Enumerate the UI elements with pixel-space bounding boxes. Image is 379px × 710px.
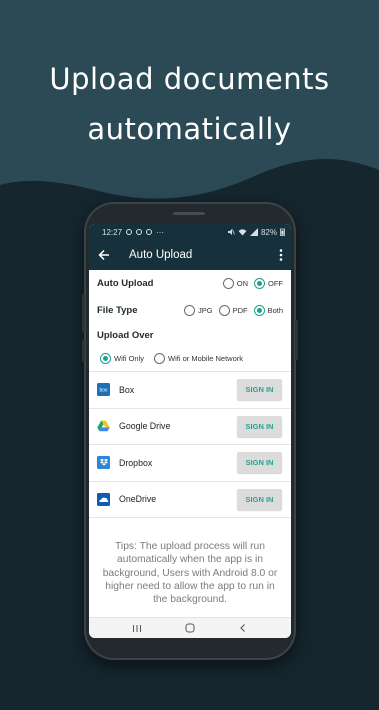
status-bar: 12:27 ··· 82% [89,224,291,240]
status-time: 12:27 [102,227,123,237]
option-label: Both [267,306,283,315]
wifi-icon [238,229,247,236]
service-name: OneDrive [119,494,157,505]
dropbox-icon [97,456,110,470]
phone-bixby-button [82,340,85,362]
service-name: Google Drive [119,421,171,432]
google-drive-icon [97,420,110,433]
phone-screen: 12:27 ··· 82% Auto Upload Auto Upload ON… [89,224,291,638]
file-type-radio-group: JPG PDF Both [183,305,283,316]
tips-text: Tips: The upload process will run automa… [102,541,278,606]
home-icon[interactable] [185,623,195,633]
dropbox-sign-in-button[interactable]: SIGN IN [237,452,282,474]
phone-speaker [173,212,205,215]
recent-apps-icon[interactable] [132,624,142,633]
svg-text:box: box [99,388,108,394]
option-label: PDF [232,306,248,315]
service-name: Box [119,384,135,395]
radio-unchecked[interactable] [183,305,195,316]
auto-upload-label: Auto Upload [97,278,154,289]
radio-unchecked[interactable] [154,353,165,364]
google-drive-sign-in-button[interactable]: SIGN IN [237,415,282,437]
auto-upload-off-option[interactable]: OFF [254,278,283,289]
wifi-only-option[interactable]: Wifi Only [100,353,144,364]
auto-upload-row: Auto Upload ON OFF [89,270,291,297]
phone-volume-button [82,294,85,332]
service-row-box: box Box SIGN IN [89,372,291,409]
upload-over-row: Upload Over [89,324,291,346]
service-name: Dropbox [119,457,153,468]
radio-unchecked[interactable] [218,305,230,316]
service-row-google-drive: Google Drive SIGN IN [89,409,291,445]
file-type-both-option[interactable]: Both [253,305,283,316]
box-icon: box [97,383,110,397]
more-vert-icon[interactable] [279,248,283,262]
system-nav-bar [89,617,291,638]
file-type-row: File Type JPG PDF Both [89,297,291,324]
location-icon [126,229,133,235]
mute-icon [227,229,235,235]
back-icon[interactable] [238,623,248,633]
promo-headline-line1: Upload documents [49,62,330,96]
app-bar: Auto Upload [89,240,291,270]
file-type-pdf-option[interactable]: PDF [218,305,248,316]
option-label: Wifi or Mobile Network [168,354,244,363]
page-title: Auto Upload [129,249,193,261]
upload-over-label: Upload Over [97,329,154,341]
radio-checked[interactable] [253,305,265,316]
service-row-onedrive: OneDrive SIGN IN [89,482,291,518]
onedrive-sign-in-button[interactable]: SIGN IN [237,488,282,510]
option-label: OFF [268,279,283,288]
option-label: JPG [197,306,213,315]
file-type-jpg-option[interactable]: JPG [183,305,213,316]
auto-upload-on-option[interactable]: ON [222,278,248,289]
phone-power-button [295,320,298,360]
box-sign-in-button[interactable]: SIGN IN [237,379,282,401]
radio-unchecked[interactable] [222,278,234,289]
battery-percent: 82% [260,227,277,237]
battery-icon [280,228,285,236]
arrow-left-icon[interactable] [89,240,119,270]
promo-headline-line2: automatically [87,112,292,146]
more-notifications: ··· [156,227,165,237]
option-label: ON [236,279,248,288]
option-label: Wifi Only [114,354,144,363]
radio-checked[interactable] [254,278,265,289]
radio-checked[interactable] [100,353,111,364]
upload-over-options: Wifi Only Wifi or Mobile Network [89,346,291,371]
file-type-label: File Type [97,305,138,316]
wifi-or-mobile-option[interactable]: Wifi or Mobile Network [154,353,243,364]
signal-icon [249,228,258,236]
auto-upload-radio-group: ON OFF [222,278,283,289]
notification-icon [136,229,143,235]
service-row-dropbox: Dropbox SIGN IN [89,445,291,482]
notification-icon [146,229,153,235]
onedrive-icon [97,492,110,506]
